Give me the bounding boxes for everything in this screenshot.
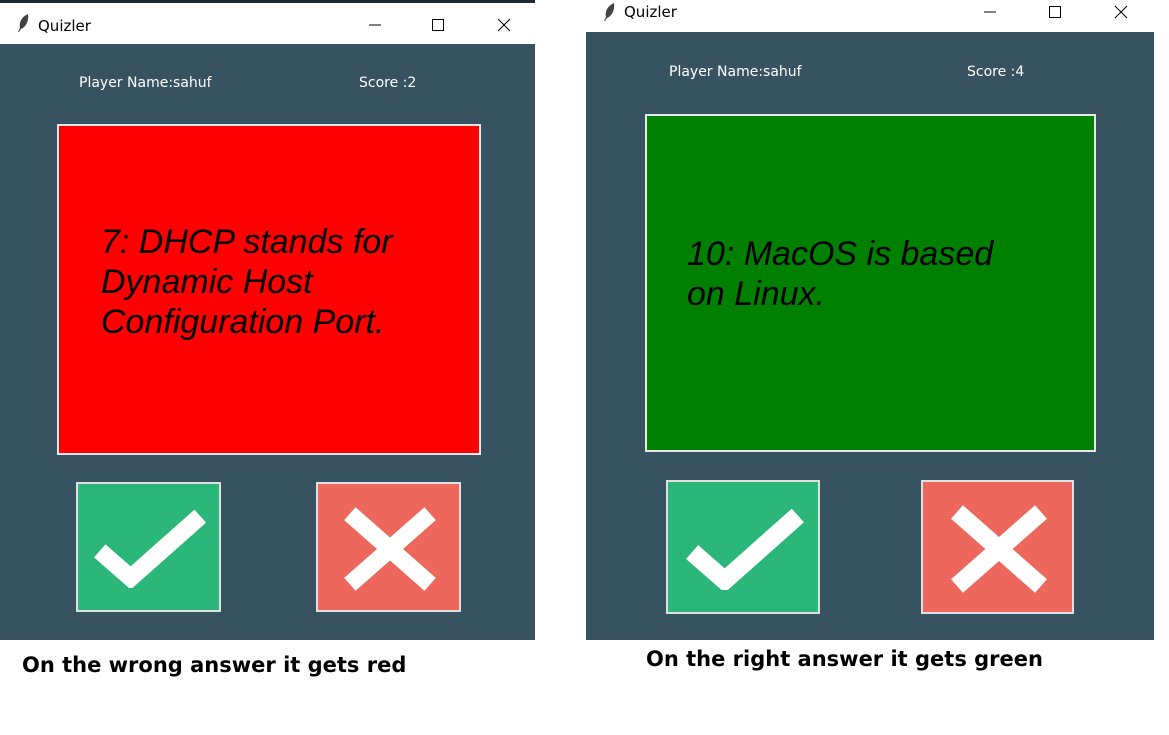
window-title: Quizler	[38, 17, 91, 35]
cross-icon	[951, 505, 1047, 593]
caption-left: On the wrong answer it gets red	[22, 653, 407, 677]
minimize-icon	[369, 24, 381, 26]
false-button[interactable]	[316, 482, 461, 612]
maximize-button[interactable]	[415, 3, 461, 47]
question-text: 10: MacOS is based on Linux.	[687, 235, 994, 313]
player-name-label: Player Name:sahuf	[669, 64, 802, 80]
score-label: Score :2	[359, 75, 417, 91]
maximize-button[interactable]	[1032, 0, 1078, 32]
minimize-button[interactable]	[967, 0, 1013, 32]
score-label: Score :4	[967, 64, 1025, 80]
title-bar[interactable]: Quizler	[0, 3, 535, 44]
feather-icon	[604, 3, 615, 21]
false-button[interactable]	[921, 480, 1074, 614]
question-card: 7: DHCP stands for Dynamic Host Configur…	[57, 124, 481, 455]
question-text: 7: DHCP stands for Dynamic Host Configur…	[101, 223, 393, 341]
quiz-window-left: Quizler Player Name:sahuf Score :2 7: DH…	[0, 0, 535, 640]
check-icon	[686, 508, 804, 590]
minimize-button[interactable]	[352, 3, 398, 47]
cross-icon	[344, 507, 436, 591]
caption-right: On the right answer it gets green	[646, 647, 1043, 671]
true-button[interactable]	[666, 480, 820, 614]
check-icon	[94, 509, 207, 588]
close-button[interactable]	[481, 3, 527, 47]
window-title: Quizler	[624, 3, 677, 21]
true-button[interactable]	[76, 482, 221, 612]
question-card: 10: MacOS is based on Linux.	[645, 114, 1096, 452]
quiz-window-right: Quizler Player Name:sahuf Score :4 10: M…	[586, 0, 1154, 640]
maximize-icon	[432, 19, 444, 31]
close-icon	[1114, 5, 1128, 19]
feather-icon	[18, 14, 29, 32]
player-name-label: Player Name:sahuf	[79, 75, 212, 91]
close-button[interactable]	[1098, 0, 1144, 32]
title-bar[interactable]: Quizler	[586, 0, 1154, 32]
close-icon	[497, 18, 511, 32]
maximize-icon	[1049, 6, 1061, 18]
minimize-icon	[984, 11, 996, 13]
